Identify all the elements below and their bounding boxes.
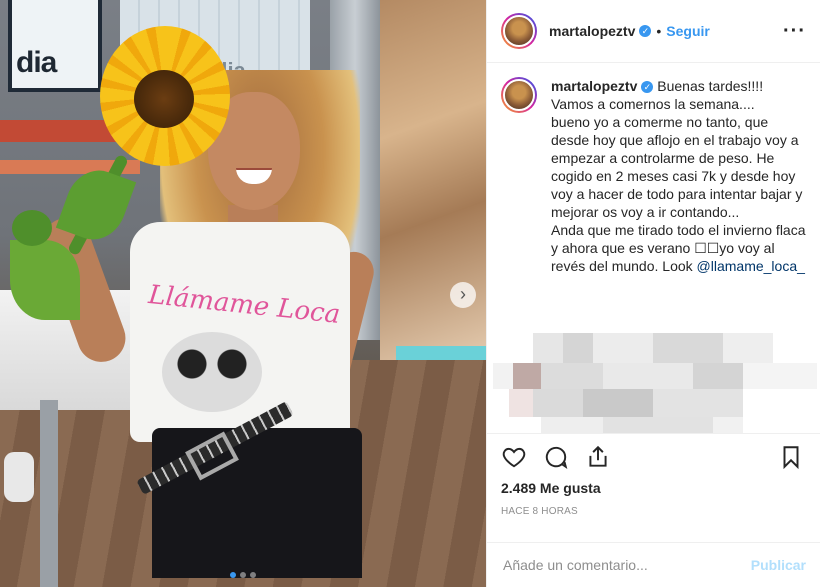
studio-sign-text: dia bbox=[16, 46, 57, 79]
add-comment-bar: Publicar bbox=[487, 542, 820, 587]
caption-body: Buenas tardes!!!! Vamos a comernos la se… bbox=[551, 78, 806, 274]
caption-text: martalopeztv ✓ Buenas tardes!!!! Vamos a … bbox=[551, 77, 806, 275]
publish-button[interactable]: Publicar bbox=[751, 557, 806, 573]
verified-badge-icon: ✓ bbox=[639, 25, 652, 37]
woman-skirt bbox=[152, 428, 362, 578]
chevron-right-icon[interactable]: › bbox=[450, 282, 476, 308]
actions-section: 2.489 Me gusta HACE 8 HORAS bbox=[487, 433, 820, 532]
studio-wall bbox=[380, 0, 486, 360]
comment-icon[interactable] bbox=[543, 444, 571, 472]
post-timestamp[interactable]: HACE 8 HORAS bbox=[501, 506, 806, 517]
carousel-dot bbox=[240, 572, 246, 578]
comments-area: martalopeztv ✓ Buenas tardes!!!! Vamos a … bbox=[487, 63, 820, 433]
avatar[interactable] bbox=[501, 13, 537, 49]
share-icon[interactable] bbox=[585, 444, 613, 472]
sneaker bbox=[4, 452, 34, 502]
studio-light-bar bbox=[396, 346, 486, 360]
action-bar bbox=[501, 440, 806, 476]
studio-screen: dia bbox=[8, 0, 102, 92]
table-leg bbox=[40, 400, 58, 587]
woman-tshirt bbox=[130, 222, 350, 442]
more-options-icon[interactable]: ··· bbox=[783, 20, 806, 43]
avatar-image bbox=[503, 79, 535, 111]
tshirt-panda-print bbox=[162, 332, 262, 412]
sunflower-center bbox=[134, 70, 194, 128]
avatar[interactable] bbox=[501, 77, 537, 113]
post-photo[interactable]: dia dia Llámame Loca › bbox=[0, 0, 486, 587]
username-link[interactable]: martalopeztv bbox=[549, 23, 635, 39]
carousel-dot bbox=[250, 572, 256, 578]
instagram-post: dia dia Llámame Loca › bbox=[0, 0, 820, 587]
sunflower-leaf bbox=[10, 240, 80, 320]
post-header: martalopeztv ✓ • Seguir ··· bbox=[487, 0, 820, 63]
likes-count[interactable]: 2.489 Me gusta bbox=[501, 480, 806, 496]
carousel-indicator bbox=[0, 572, 486, 578]
heart-icon[interactable] bbox=[501, 444, 529, 472]
pixelated-comments bbox=[493, 333, 817, 433]
follow-button[interactable]: Seguir bbox=[666, 23, 710, 39]
sunflower-leaf bbox=[12, 210, 52, 246]
mention-link[interactable]: @llamame_loca_ bbox=[697, 258, 805, 274]
comment-input[interactable] bbox=[501, 556, 751, 574]
verified-badge-icon: ✓ bbox=[641, 81, 654, 93]
caption: martalopeztv ✓ Buenas tardes!!!! Vamos a … bbox=[501, 77, 806, 275]
bookmark-icon[interactable] bbox=[778, 444, 806, 472]
carousel-dot-active bbox=[230, 572, 236, 578]
caption-username[interactable]: martalopeztv bbox=[551, 78, 637, 94]
separator-dot: • bbox=[656, 23, 662, 39]
post-side-panel: martalopeztv ✓ • Seguir ··· martalopeztv… bbox=[486, 0, 820, 587]
avatar-image bbox=[503, 15, 535, 47]
